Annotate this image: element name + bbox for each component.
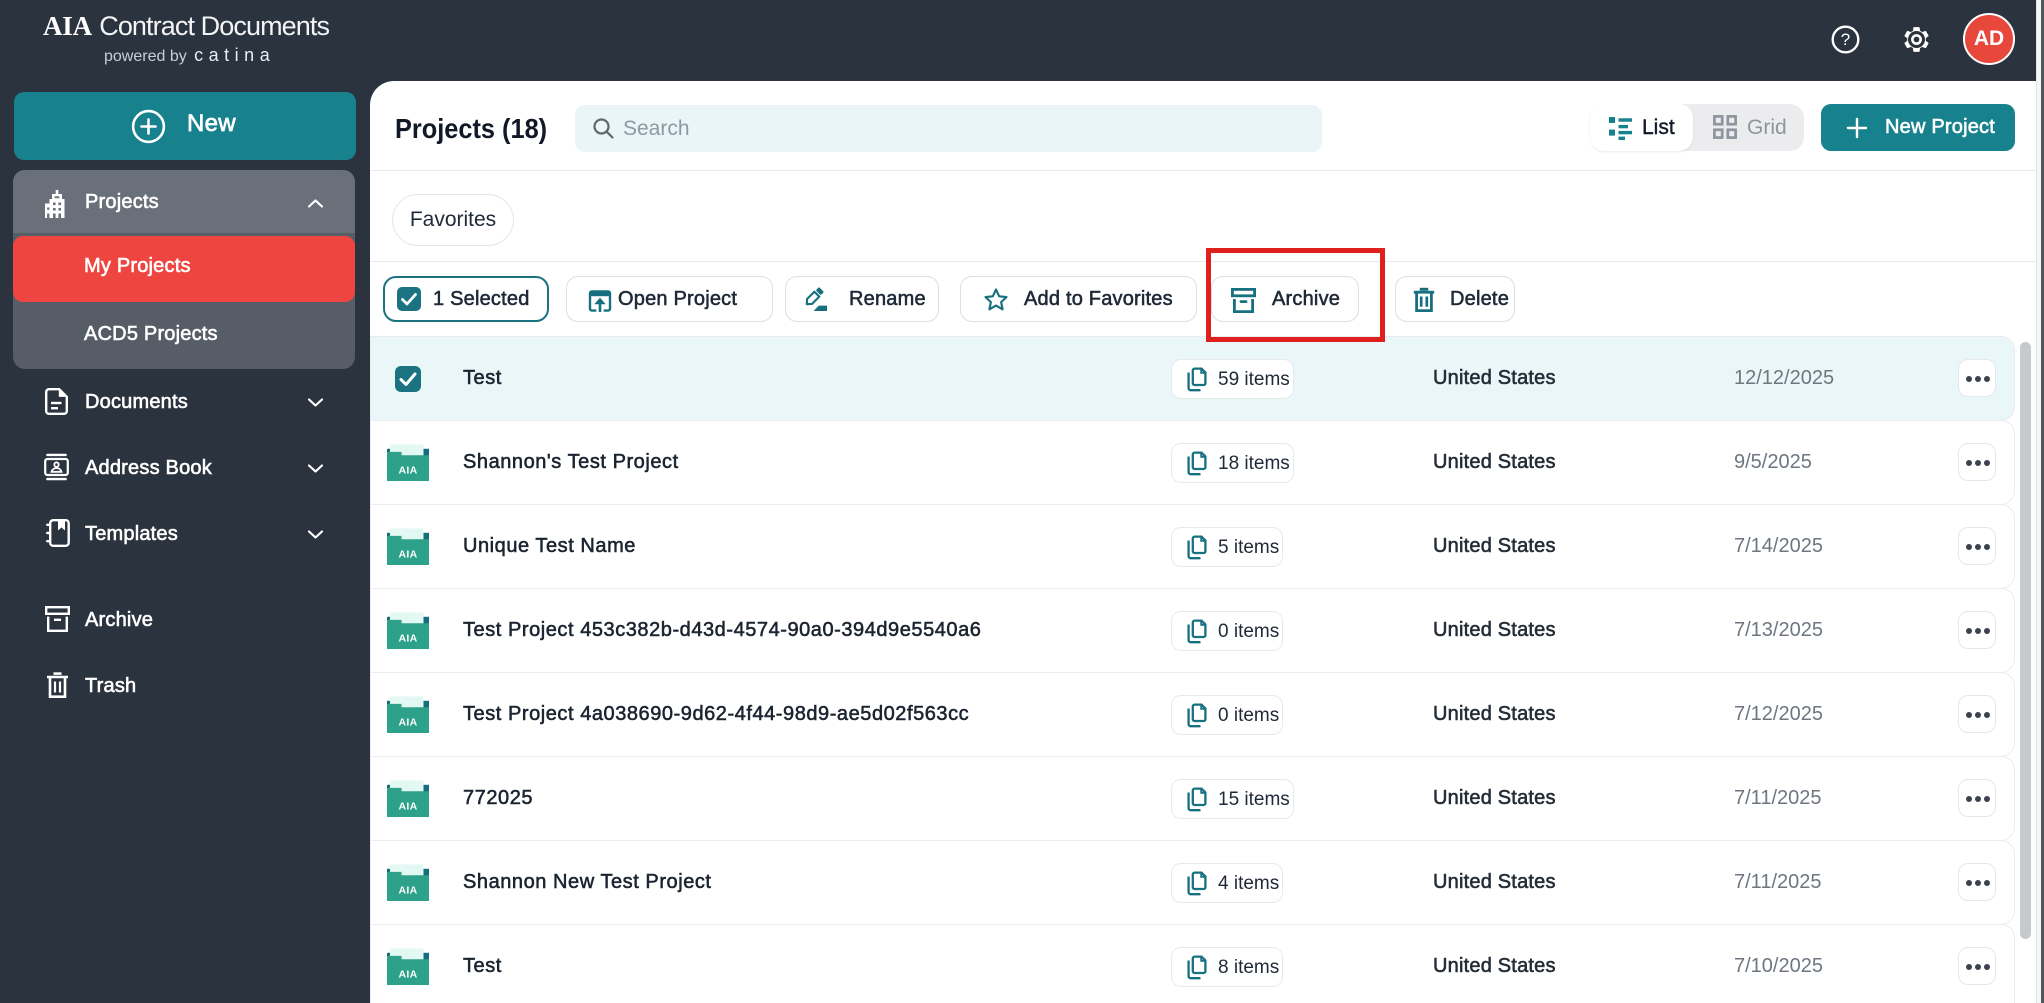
svg-text:?: ? [1841,30,1850,49]
